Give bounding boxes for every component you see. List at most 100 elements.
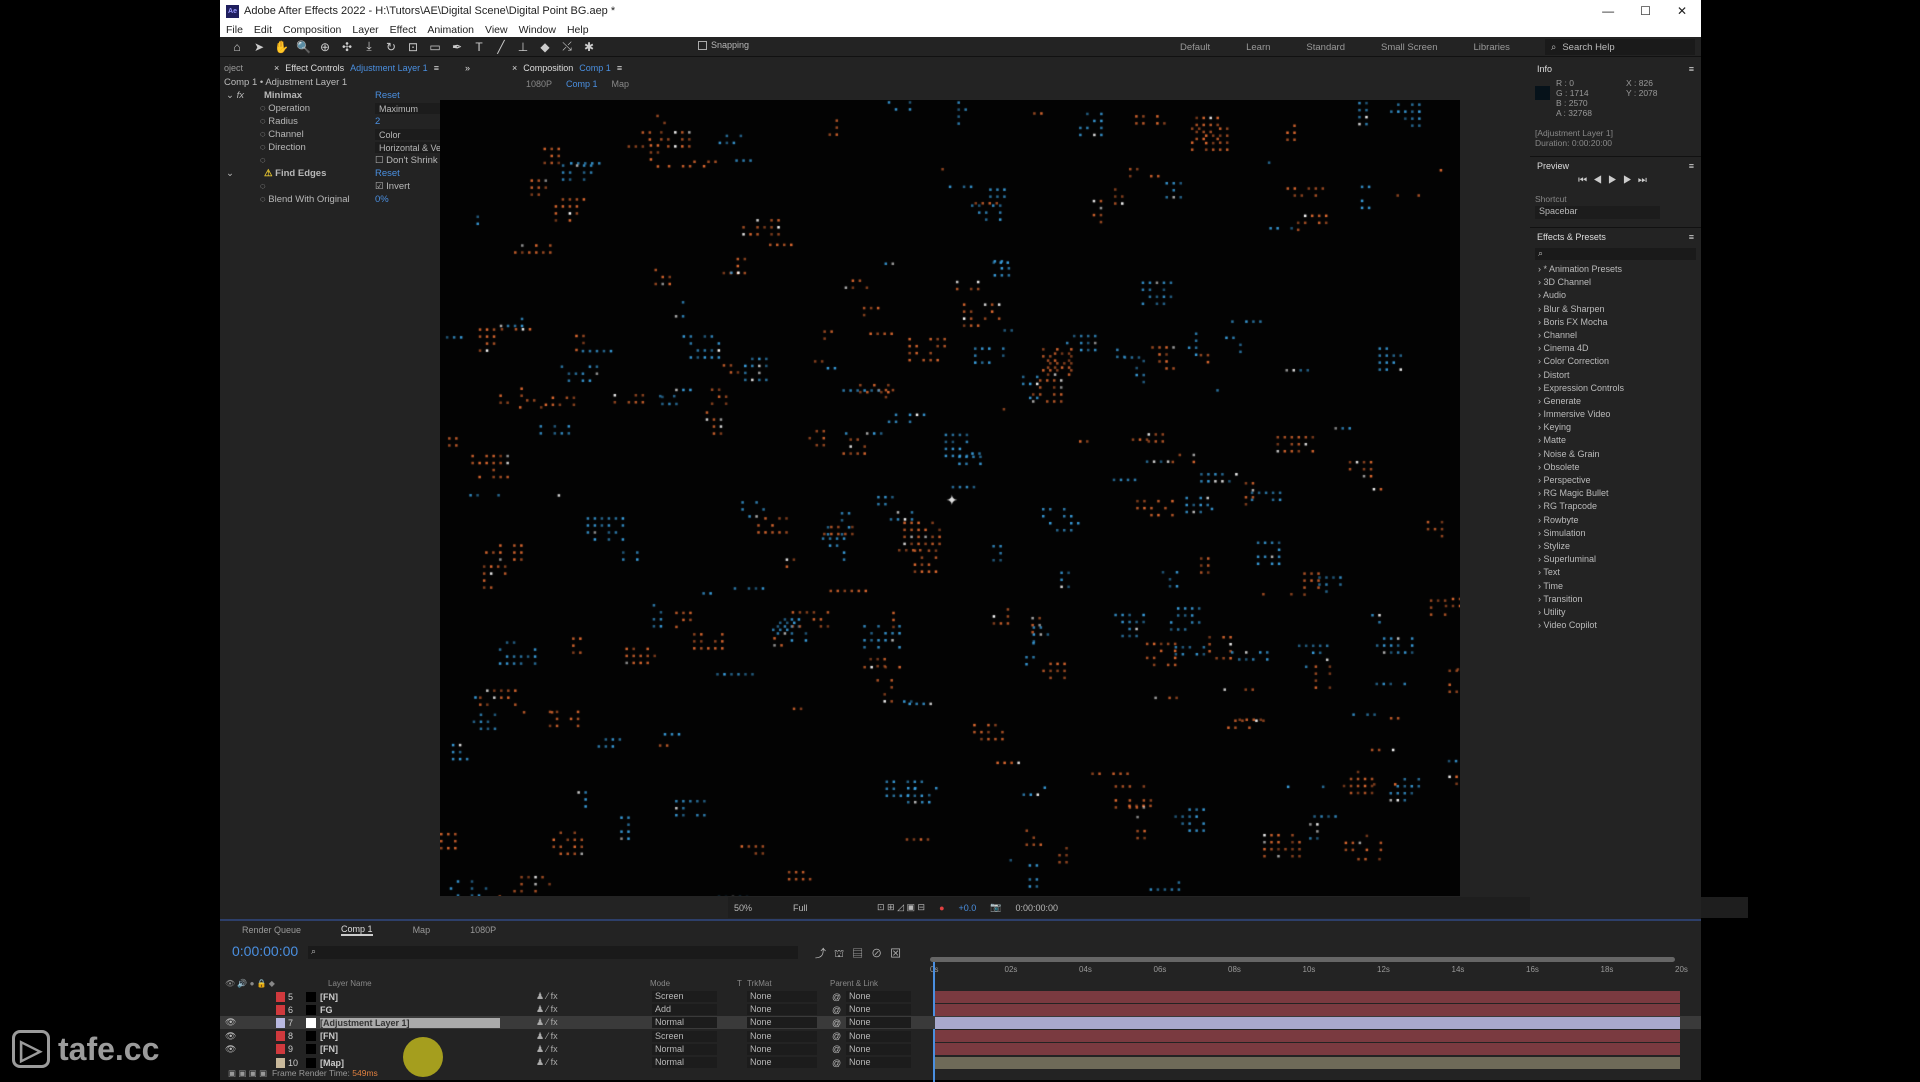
timeline-tab[interactable]: Render Queue (242, 925, 301, 935)
trkmat-dropdown[interactable]: None (747, 991, 817, 1002)
visibility-eye-icon[interactable]: 👁 (225, 1031, 236, 1042)
pickwhip-icon[interactable]: @ (832, 992, 841, 1002)
visibility-eye-icon[interactable]: 👁 (225, 1044, 236, 1055)
effects-category[interactable]: › Matte (1530, 435, 1701, 448)
effects-category[interactable]: › Cinema 4D (1530, 343, 1701, 356)
label-color[interactable] (276, 1004, 285, 1015)
crumb-1080p[interactable]: 1080P (526, 79, 552, 89)
parent-dropdown[interactable]: None (846, 1043, 911, 1055)
tool-icon[interactable]: ✱ (582, 40, 596, 54)
label-color[interactable] (276, 1031, 285, 1042)
panel-menu-icon[interactable]: ≡ (1689, 161, 1694, 171)
tool-icon[interactable]: 🔍 (296, 40, 311, 54)
effects-category[interactable]: › Superluminal (1530, 554, 1701, 567)
parent-dropdown[interactable]: None (846, 1017, 911, 1029)
tab-effect-controls[interactable]: Effect Controls (285, 63, 344, 73)
effects-category[interactable]: › 3D Channel (1530, 277, 1701, 290)
layer-row[interactable]: 👁 7 [Adjustment Layer 1] ♟ ⁄ fx Normal None @ N… (220, 1016, 1701, 1030)
tool-icon[interactable]: ⤯ (560, 39, 574, 54)
panel-menu-icon[interactable]: ≡ (1689, 232, 1694, 242)
stopwatch-icon[interactable]: ◌ (260, 155, 266, 166)
menu-window[interactable]: Window (519, 24, 556, 36)
panel-menu-icon[interactable]: ≡ (617, 63, 622, 73)
blend-value[interactable]: 0% (375, 194, 389, 205)
project-tab[interactable]: oject (224, 63, 268, 73)
label-color[interactable] (276, 991, 285, 1002)
layer-duration-bar[interactable] (935, 1003, 1680, 1016)
composition-viewer[interactable] (440, 100, 1460, 896)
shortcut-dropdown[interactable]: Spacebar (1535, 206, 1660, 219)
effects-category[interactable]: › Expression Controls (1530, 383, 1701, 396)
layer-name[interactable]: [FN] (320, 1031, 338, 1041)
tool-icon[interactable]: ◆ (538, 40, 552, 54)
snapping-checkbox[interactable] (698, 40, 707, 50)
color-channel-icon[interactable]: ● (939, 903, 944, 913)
tool-icon[interactable]: ✋ (274, 40, 289, 54)
menu-file[interactable]: File (226, 24, 243, 36)
effects-category[interactable]: › Color Correction (1530, 356, 1701, 369)
timeline-switch-icons[interactable]: ⤴⛫▤⊘⊠ (815, 945, 909, 962)
timeline-tab[interactable]: Map (413, 925, 431, 935)
effects-category[interactable]: › Obsolete (1530, 462, 1701, 475)
resolution-dropdown[interactable]: Full (793, 903, 863, 913)
effects-category[interactable]: › Text (1530, 567, 1701, 580)
pickwhip-icon[interactable]: @ (832, 1058, 841, 1068)
minimize-button[interactable]: — (1602, 4, 1614, 18)
effects-category[interactable]: › Simulation (1530, 528, 1701, 541)
effects-category[interactable]: › Perspective (1530, 475, 1701, 488)
menu-help[interactable]: Help (567, 24, 589, 36)
tool-icon[interactable]: T (472, 40, 486, 54)
trkmat-dropdown[interactable]: None (747, 1043, 817, 1055)
zoom-dropdown[interactable]: 50% (734, 903, 779, 913)
tool-icon[interactable]: ⤓ (362, 39, 376, 54)
layer-switches[interactable]: ♟ ⁄ fx (536, 1057, 558, 1068)
visibility-eye-icon[interactable]: 👁 (225, 1017, 236, 1028)
parent-dropdown[interactable]: None (846, 1030, 911, 1042)
effects-category[interactable]: › Rowbyte (1530, 515, 1701, 528)
tool-icon[interactable]: ⊥ (516, 40, 530, 54)
stopwatch-icon[interactable]: ◌ (260, 181, 266, 192)
menu-effect[interactable]: Effect (390, 24, 417, 36)
search-help-input[interactable]: ⌕ Search Help (1545, 39, 1695, 55)
workspace-standard[interactable]: Standard (1306, 42, 1345, 53)
layer-name[interactable]: [FN] (320, 992, 338, 1002)
trkmat-dropdown[interactable]: None (747, 1057, 817, 1068)
layer-switches[interactable]: ♟ ⁄ fx (536, 991, 558, 1002)
layer-search-input[interactable]: ⌕ (308, 946, 798, 959)
effects-category[interactable]: › Distort (1530, 370, 1701, 383)
layer-row[interactable]: 6 FG ♟ ⁄ fx Add None @ None (220, 1003, 1701, 1016)
effects-category[interactable]: › Boris FX Mocha (1530, 317, 1701, 330)
trkmat-dropdown[interactable]: None (747, 1017, 817, 1029)
layer-duration-bar[interactable] (935, 990, 1680, 1003)
effects-search-input[interactable]: ⌕ (1535, 248, 1696, 260)
crumb-comp1[interactable]: Comp 1 (566, 79, 598, 89)
invert-checkbox[interactable]: ☑ Invert (375, 181, 410, 192)
tool-icon[interactable]: ⌂ (230, 40, 244, 54)
layer-name[interactable]: [FN] (320, 1044, 338, 1054)
workspace-libraries[interactable]: Libraries (1473, 42, 1509, 53)
workspace-small-screen[interactable]: Small Screen (1381, 42, 1438, 53)
tool-icon[interactable]: ✒ (450, 40, 464, 54)
menu-composition[interactable]: Composition (283, 24, 341, 36)
workspace-default[interactable]: Default (1180, 42, 1210, 53)
tool-icon[interactable]: ⊡ (406, 40, 420, 54)
maximize-button[interactable]: ☐ (1640, 4, 1651, 18)
layer-switches[interactable]: ♟ ⁄ fx (536, 1031, 558, 1042)
effects-category[interactable]: › Channel (1530, 330, 1701, 343)
parent-dropdown[interactable]: None (846, 1004, 911, 1016)
menu-animation[interactable]: Animation (427, 24, 474, 36)
effects-category[interactable]: › Blur & Sharpen (1530, 304, 1701, 317)
effects-category[interactable]: › RG Trapcode (1530, 501, 1701, 514)
layer-name[interactable]: FG (320, 1005, 333, 1015)
crumb-map[interactable]: Map (612, 79, 630, 89)
pickwhip-icon[interactable]: @ (832, 1044, 841, 1054)
trkmat-dropdown[interactable]: None (747, 1030, 817, 1042)
reset-find-edges-button[interactable]: Reset (375, 168, 400, 179)
parent-dropdown[interactable]: None (846, 991, 911, 1002)
pickwhip-icon[interactable]: @ (832, 1031, 841, 1041)
layer-switches[interactable]: ♟ ⁄ fx (536, 1017, 558, 1028)
layer-duration-bar[interactable] (935, 1056, 1680, 1069)
region-icons[interactable]: ⊡ ⊞ ◿ ▣ ⊟ (877, 902, 925, 913)
effects-category[interactable]: › Utility (1530, 607, 1701, 620)
label-color[interactable] (276, 1057, 285, 1068)
